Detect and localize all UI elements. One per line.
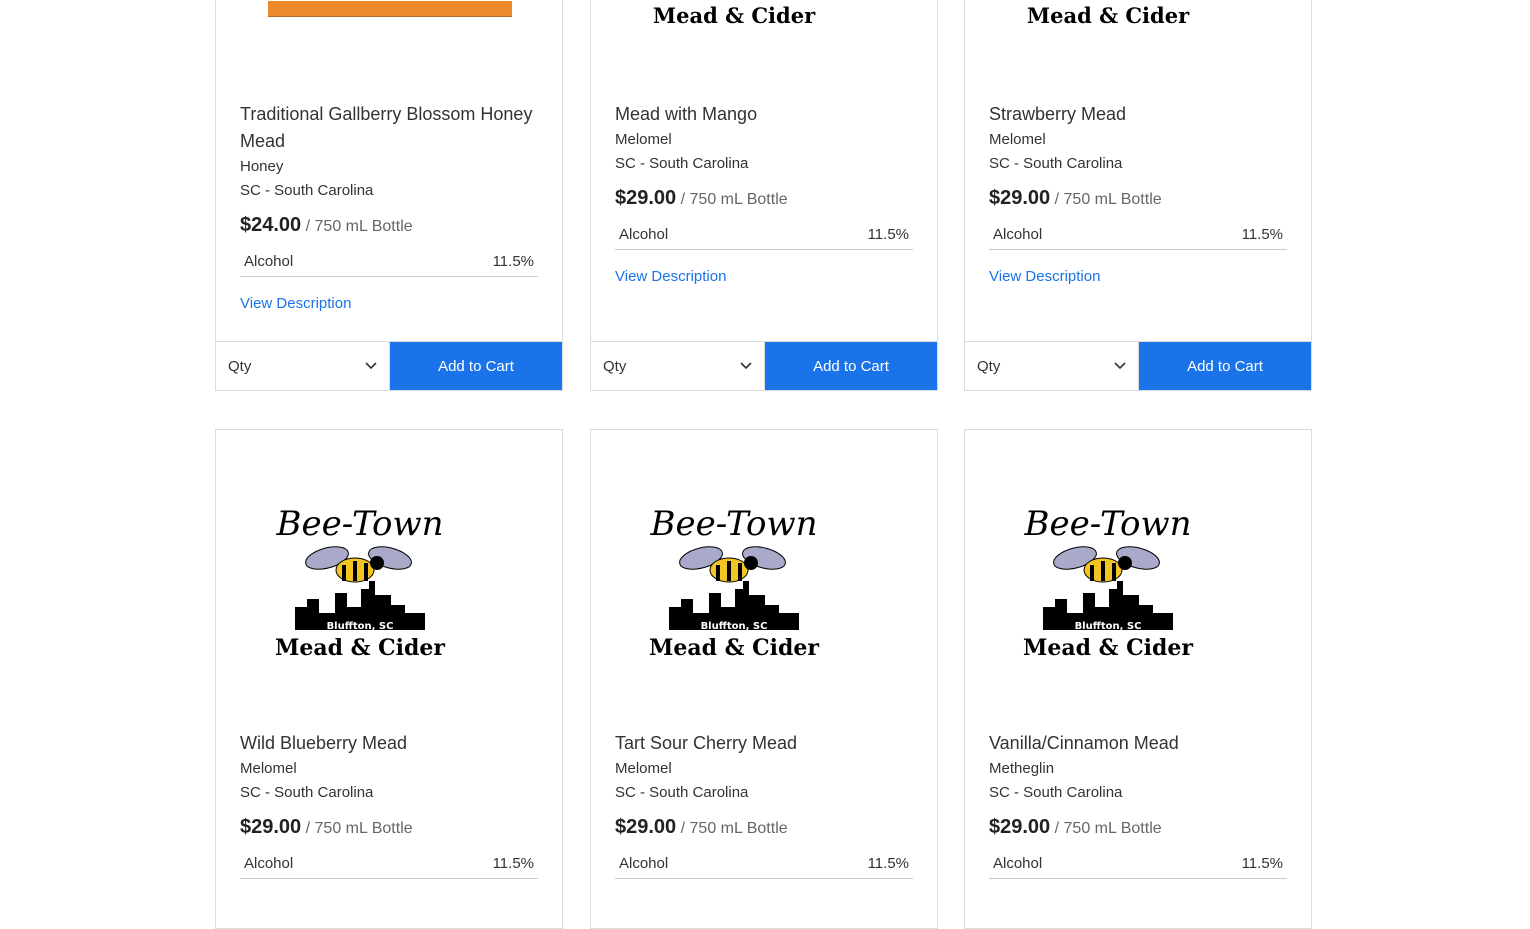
svg-text:Bluffton, SC: Bluffton, SC (701, 621, 768, 632)
product-card: Traditional Gallberry Blossom Honey Mead… (215, 0, 563, 391)
product-style: Melomel (615, 131, 672, 148)
product-region: SC - South Carolina (240, 182, 374, 199)
product-title[interactable]: Vanilla/Cinnamon Mead (989, 730, 1287, 757)
qty-select[interactable]: Qty (965, 342, 1139, 390)
brand-logo: Bee-Town Bluffton, SC Mead & Cider (275, 504, 445, 661)
add-to-cart-button[interactable]: Add to Cart (765, 342, 937, 390)
product-region: SC - South Carolina (615, 784, 749, 801)
add-to-cart-button[interactable]: Add to Cart (390, 342, 562, 390)
product-unit: / 750 mL Bottle (680, 191, 788, 208)
product-style: Melomel (240, 760, 297, 777)
svg-text:Bee-Town: Bee-Town (1023, 504, 1191, 544)
spec-label: Alcohol (993, 855, 1043, 872)
chevron-down-icon (1114, 362, 1126, 370)
brand-logo: Bluffton, SC Mead & Cider (653, 0, 816, 28)
svg-text:Mead & Cider: Mead & Cider (1027, 3, 1190, 28)
product-card: Bluffton, SC Mead & Cider Mead with Mang… (590, 0, 938, 391)
spec-label: Alcohol (619, 855, 669, 872)
svg-text:Mead & Cider: Mead & Cider (1023, 635, 1193, 661)
product-unit: / 750 mL Bottle (1054, 820, 1162, 837)
spec-label: Alcohol (244, 855, 294, 872)
product-card: Bluffton, SC Mead & Cider Strawberry Mea… (964, 0, 1312, 391)
spec-value: 11.5% (867, 226, 909, 243)
qty-label: Qty (977, 357, 1001, 375)
product-image[interactable]: Bee-Town Bluffton, SC Mead & Cider (216, 430, 562, 730)
brand-logo: Bee-Town Bluffton, SC Mead & Cider (649, 504, 819, 661)
product-label-image (268, 1, 512, 17)
product-image[interactable]: Bluffton, SC Mead & Cider (965, 0, 1311, 101)
product-region: SC - South Carolina (240, 784, 374, 801)
qty-select[interactable]: Qty (216, 342, 390, 390)
svg-text:Mead & Cider: Mead & Cider (275, 635, 445, 661)
product-image[interactable] (216, 0, 562, 101)
product-price: $29.00 (615, 187, 677, 209)
svg-text:Bee-Town: Bee-Town (649, 504, 817, 544)
brand-logo: Bluffton, SC Mead & Cider (1027, 0, 1190, 28)
svg-text:Bluffton, SC: Bluffton, SC (1075, 621, 1142, 632)
svg-text:Bluffton, SC: Bluffton, SC (1078, 0, 1139, 1)
qty-label: Qty (603, 357, 627, 375)
product-image[interactable]: Bluffton, SC Mead & Cider (591, 0, 937, 101)
alcohol-spec: Alcohol 11.5% (240, 849, 538, 879)
alcohol-spec: Alcohol 11.5% (615, 849, 913, 879)
product-card: Bee-Town Bluffton, SC Mead & Cider Tart … (590, 429, 938, 929)
product-title[interactable]: Traditional Gallberry Blossom Honey Mead (240, 101, 538, 155)
product-style: Metheglin (989, 760, 1055, 777)
product-image[interactable]: Bee-Town Bluffton, SC Mead & Cider (965, 430, 1311, 730)
svg-text:Bee-Town: Bee-Town (275, 504, 443, 544)
view-description-link[interactable]: View Description (240, 295, 351, 312)
spec-label: Alcohol (619, 226, 669, 243)
alcohol-spec: Alcohol 11.5% (989, 220, 1287, 250)
qty-select[interactable]: Qty (591, 342, 765, 390)
svg-text:Bluffton, SC: Bluffton, SC (327, 621, 394, 632)
product-region: SC - South Carolina (989, 155, 1123, 172)
alcohol-spec: Alcohol 11.5% (615, 220, 913, 250)
spec-label: Alcohol (244, 253, 294, 270)
product-price: $29.00 (240, 816, 302, 838)
chevron-down-icon (740, 362, 752, 370)
product-title[interactable]: Strawberry Mead (989, 101, 1287, 128)
spec-value: 11.5% (867, 855, 909, 872)
product-style: Honey (240, 158, 284, 175)
view-description-link[interactable]: View Description (615, 268, 726, 285)
product-unit: / 750 mL Bottle (305, 820, 413, 837)
spec-value: 11.5% (1241, 855, 1283, 872)
qty-label: Qty (228, 357, 252, 375)
view-description-link[interactable]: View Description (989, 268, 1100, 285)
spec-label: Alcohol (993, 226, 1043, 243)
add-to-cart-button[interactable]: Add to Cart (1139, 342, 1311, 390)
spec-value: 11.5% (1241, 226, 1283, 243)
product-unit: / 750 mL Bottle (1054, 191, 1162, 208)
product-title[interactable]: Wild Blueberry Mead (240, 730, 538, 757)
spec-value: 11.5% (492, 253, 534, 270)
product-unit: / 750 mL Bottle (680, 820, 788, 837)
product-price: $29.00 (615, 816, 677, 838)
product-price: $29.00 (989, 816, 1051, 838)
product-style: Melomel (989, 131, 1046, 148)
product-price: $29.00 (989, 187, 1051, 209)
product-region: SC - South Carolina (989, 784, 1123, 801)
svg-text:Bluffton, SC: Bluffton, SC (704, 0, 765, 1)
product-image[interactable]: Bee-Town Bluffton, SC Mead & Cider (591, 430, 937, 730)
product-unit: / 750 mL Bottle (305, 218, 413, 235)
product-title[interactable]: Tart Sour Cherry Mead (615, 730, 913, 757)
chevron-down-icon (365, 362, 377, 370)
product-price: $24.00 (240, 214, 302, 236)
svg-text:Mead & Cider: Mead & Cider (649, 635, 819, 661)
alcohol-spec: Alcohol 11.5% (989, 849, 1287, 879)
product-card: Bee-Town Bluffton, SC Mead & Cider Vanil… (964, 429, 1312, 929)
svg-text:Mead & Cider: Mead & Cider (653, 3, 816, 28)
brand-logo: Bee-Town Bluffton, SC Mead & Cider (1023, 504, 1193, 661)
product-region: SC - South Carolina (615, 155, 749, 172)
spec-value: 11.5% (492, 855, 534, 872)
product-title[interactable]: Mead with Mango (615, 101, 913, 128)
alcohol-spec: Alcohol 11.5% (240, 247, 538, 277)
product-style: Melomel (615, 760, 672, 777)
product-card: Bee-Town Bluffton, SC Mead & Cider Wild … (215, 429, 563, 929)
